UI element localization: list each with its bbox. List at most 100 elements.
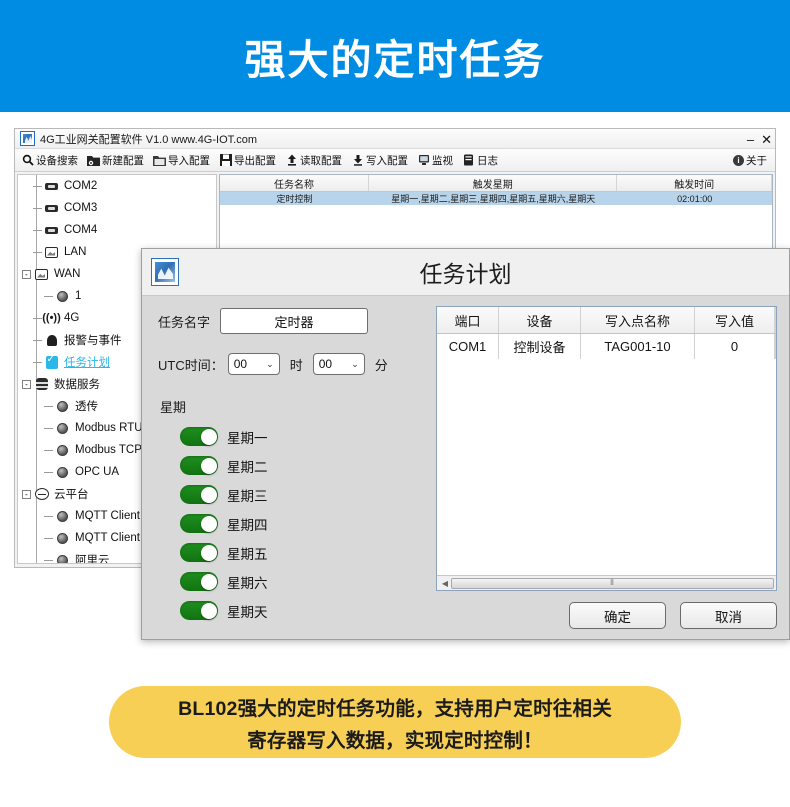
toolbar-label: 监视 <box>432 154 453 167</box>
tree-expander-icon[interactable]: - <box>22 489 31 499</box>
dialog-left-panel: 任务名字 定时器 UTC时间： 00 ⌄ 时 00 ⌄ 分 星期 星期一 星期二星… <box>142 296 436 639</box>
weekday-toggle-1[interactable] <box>180 427 218 446</box>
task-list-header: 任务名称 触发星期 触发时间 <box>220 175 772 192</box>
table-row[interactable]: COM1 控制设备 TAG001-10 0 <box>437 334 776 359</box>
hour-select[interactable]: 00 ⌄ <box>227 353 280 375</box>
close-icon[interactable]: ✕ <box>761 133 772 146</box>
hour-unit-label: 时 <box>289 357 303 373</box>
table-row[interactable]: 定时控制 星期一,星期二,星期三,星期四,星期五,星期六,星期天 02:01:0… <box>220 192 772 205</box>
tree-item-label: MQTT Client <box>75 532 140 544</box>
page-banner: 强大的定时任务 <box>0 0 790 112</box>
about-label: 关于 <box>746 154 767 167</box>
weekday-toggle-3[interactable] <box>180 485 218 504</box>
toolbar-log[interactable]: 日志 <box>462 153 498 168</box>
toolbar-new-config[interactable]: 新建配置 <box>87 153 144 168</box>
chevron-down-icon: ⌄ <box>351 358 359 369</box>
serial-port-icon <box>44 201 59 215</box>
toggle-knob <box>200 457 217 474</box>
column-header-port: 端口 <box>437 307 499 333</box>
dialog-body: 任务名字 定时器 UTC时间： 00 ⌄ 时 00 ⌄ 分 星期 星期一 星期二星… <box>142 296 789 639</box>
dialog-titlebar: 任务计划 <box>142 249 789 296</box>
tree-branch-line <box>44 295 53 297</box>
tree-item-label: COM3 <box>64 202 98 214</box>
scrollbar-thumb[interactable]: ⦀ <box>451 577 774 589</box>
minute-unit-label: 分 <box>374 357 388 373</box>
tree-item-label: 透传 <box>75 401 98 413</box>
cell-port: COM1 <box>437 334 499 359</box>
toolbar-label: 读取配置 <box>300 154 342 167</box>
toggle-knob <box>200 602 217 619</box>
scroll-left-icon[interactable]: ◀ <box>439 579 451 588</box>
horizontal-scrollbar[interactable]: ◀ ⦀ <box>437 575 776 590</box>
weekday-toggle-7[interactable] <box>180 601 218 620</box>
tree-item-com4[interactable]: COM4 <box>18 219 216 241</box>
weekday-toggle-4[interactable] <box>180 514 218 533</box>
tree-branch-line <box>44 405 53 407</box>
database-icon <box>34 377 49 391</box>
toggle-knob <box>200 428 217 445</box>
grid-header: 端口 设备 写入点名称 写入值 <box>437 307 776 334</box>
download-arrow-icon <box>351 154 364 167</box>
toolbar-label: 导出配置 <box>234 154 276 167</box>
tree-item-com2[interactable]: COM2 <box>18 175 216 197</box>
tree-expander-icon[interactable]: - <box>22 269 31 279</box>
banner-title: 强大的定时任务 <box>244 37 546 83</box>
minimize-icon[interactable]: – <box>747 133 754 146</box>
caption-line-2: 寄存器写入数据，实现定时控制！ <box>247 729 543 752</box>
tree-branch-line <box>44 471 53 473</box>
weekday-toggle-6[interactable] <box>180 572 218 591</box>
toolbar-about[interactable]: i 关于 <box>733 153 767 168</box>
tree-item-label: 报警与事件 <box>64 335 122 347</box>
antenna-icon: ((•)) <box>42 312 61 324</box>
tree-branch-line <box>33 185 42 187</box>
weekday-row-7: 星期天 <box>158 596 436 625</box>
toolbar-read-config[interactable]: 读取配置 <box>285 153 342 168</box>
ok-button[interactable]: 确定 <box>569 602 666 629</box>
weekday-label: 星期一 <box>227 430 268 446</box>
tree-item-label: Modbus TCP <box>75 444 142 456</box>
tree-item-com3[interactable]: COM3 <box>18 197 216 219</box>
cell-task-name: 定时控制 <box>276 194 313 204</box>
tree-item-label: 1 <box>75 290 82 302</box>
toggle-knob <box>200 573 217 590</box>
weekday-row-5: 星期五 <box>158 538 436 567</box>
column-header-time: 触发时间 <box>617 175 772 191</box>
cell-filler <box>775 334 776 359</box>
toolbar-monitor[interactable]: 监视 <box>417 153 453 168</box>
toolbar-label: 设备搜索 <box>36 154 78 167</box>
tree-item-label: LAN <box>64 246 87 258</box>
tree-branch-line <box>33 317 42 319</box>
task-name-input[interactable]: 定时器 <box>220 308 369 334</box>
tree-branch-line <box>44 559 53 561</box>
cancel-button[interactable]: 取消 <box>680 602 777 629</box>
log-book-icon <box>462 154 475 167</box>
weekday-row-4: 星期四 <box>158 509 436 538</box>
tree-branch-line <box>33 339 42 341</box>
tree-item-label: OPC UA <box>75 466 120 478</box>
tree-expander-icon[interactable]: - <box>22 379 31 389</box>
cell-point-name: TAG001-10 <box>581 334 695 359</box>
toolbar-write-config[interactable]: 写入配置 <box>351 153 408 168</box>
weekday-toggle-5[interactable] <box>180 543 218 562</box>
toolbar-device-search[interactable]: 设备搜索 <box>21 153 78 168</box>
toolbar-import-config[interactable]: 导入配置 <box>153 153 210 168</box>
weekday-toggle-2[interactable] <box>180 456 218 475</box>
toolbar-label: 日志 <box>477 154 498 167</box>
tree-item-label: 4G <box>64 312 80 324</box>
write-point-grid[interactable]: 端口 设备 写入点名称 写入值 COM1 控制设备 TAG001-10 0 ◀ … <box>436 306 777 591</box>
upload-arrow-icon <box>285 154 298 167</box>
new-file-icon <box>87 154 100 167</box>
dialog-right-panel: 端口 设备 写入点名称 写入值 COM1 控制设备 TAG001-10 0 ◀ … <box>436 296 789 639</box>
search-icon <box>21 154 34 167</box>
feature-caption: BL102强大的定时任务功能，支持用户定时往相关 寄存器写入数据，实现定时控制！ <box>109 686 681 758</box>
toolbar-export-config[interactable]: 导出配置 <box>219 153 276 168</box>
caption-line-1: BL102强大的定时任务功能，支持用户定时往相关 <box>178 697 612 720</box>
weekday-section-label: 星期 <box>160 400 187 415</box>
device-node-icon <box>55 509 70 523</box>
tree-branch-line <box>33 361 42 363</box>
app-logo-icon <box>20 131 35 146</box>
device-node-icon <box>55 399 70 413</box>
column-header-point-name: 写入点名称 <box>581 307 695 333</box>
utc-time-label: UTC时间： <box>158 357 224 373</box>
minute-select[interactable]: 00 ⌄ <box>312 353 365 375</box>
